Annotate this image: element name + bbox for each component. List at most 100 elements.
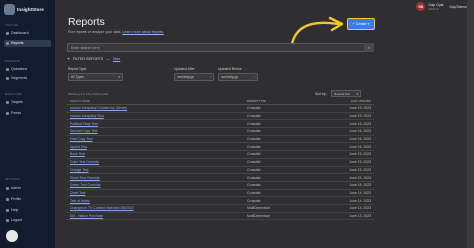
sidebar-item-admin[interactable]: Admin <box>4 185 51 192</box>
user-info: Gap Gyst Admin ▾ <box>428 3 443 11</box>
table-row[interactable]: Orange Test Crosstab June 15, 2023 <box>67 167 374 175</box>
table-row[interactable]: Chart Test Crosstab June 14, 2023 <box>67 190 374 198</box>
help-icon <box>6 208 9 212</box>
report-name-link[interactable]: Test of Notes <box>67 199 247 203</box>
sidebar-item-label: Targets <box>11 100 23 105</box>
report-type-cell: Crosstab <box>247 160 261 165</box>
user-menu[interactable]: GS Gap Gyst Admin ▾ Gap/Science ▾ <box>416 2 471 11</box>
updated-after-label: Updated After <box>174 67 195 71</box>
filter-header: ⏷ FILTER REPORTS — Hide <box>67 57 120 61</box>
updated-date-cell: June 14, 2023 <box>349 198 372 203</box>
report-name-link[interactable]: Political Party Test <box>67 122 247 126</box>
sort-label: Sort by: <box>315 92 327 96</box>
user-name: Gap Gyst <box>428 2 444 7</box>
table-row[interactable]: EM - Nation Purchase MultiDimension June 1… <box>67 213 374 221</box>
table-row[interactable]: Changes in TV Content Watched 3/8/2023 Mu… <box>67 205 374 213</box>
updated-date-cell: June 19, 2023 <box>349 106 372 111</box>
report-name-link[interactable]: First Copy Test <box>67 137 247 141</box>
report-name-link[interactable]: Sheet Test Override <box>67 176 247 180</box>
updated-date-cell: June 16, 2023 <box>349 129 372 134</box>
sidebar-item-targets[interactable]: Targets <box>4 99 51 106</box>
report-type-cell: Crosstab <box>247 175 261 180</box>
sidebar-item-label: Dashboard <box>11 31 29 36</box>
report-name-link[interactable]: Income Inequality Test <box>67 114 247 118</box>
nav-section-analyze: ANALYZE <box>5 24 19 27</box>
updated-date-cell: June 14, 2023 <box>349 206 372 211</box>
report-name-link[interactable]: Green Test Override <box>67 183 247 187</box>
table-row[interactable]: Test of Notes Crosstab June 14, 2023 <box>67 197 374 205</box>
updated-date-cell: June 15, 2023 <box>349 183 372 188</box>
report-name-link[interactable]: Chart Test <box>67 191 247 195</box>
sidebar-item-label: Feeds <box>11 111 21 116</box>
table-row[interactable]: Income Inequality Test Crosstab June 19, 2… <box>67 113 374 121</box>
scrollbar[interactable] <box>467 0 474 248</box>
sort-value: Newest first <box>334 91 351 96</box>
sidebar-item-profile[interactable]: Profile <box>4 196 51 203</box>
updated-date-cell: June 15, 2023 <box>349 175 372 180</box>
report-type-cell: Crosstab <box>247 190 261 195</box>
sidebar-item-logout[interactable]: Logout <box>4 217 51 224</box>
hide-filters-link[interactable]: Hide <box>113 57 120 61</box>
updated-date-cell: June 16, 2023 <box>349 121 372 126</box>
learn-more-link[interactable]: Learn more about reports. <box>122 30 164 34</box>
search-icon: ⌕ <box>367 45 371 50</box>
sidebar-item-questions[interactable]: Questions <box>4 66 51 73</box>
report-type-cell: Crosstab <box>247 106 261 111</box>
report-type-cell: Crosstab <box>247 167 261 172</box>
report-type-cell: Crosstab <box>247 121 261 126</box>
table-row[interactable]: Book Test Crosstab June 15, 2023 <box>67 151 374 159</box>
sidebar-item-label: Logout <box>11 218 22 223</box>
report-type-cell: Crosstab <box>247 183 261 188</box>
sidebar-item-dashboard[interactable]: Dashboard <box>4 30 51 37</box>
sort-select[interactable]: Newest first ▾ <box>331 90 361 97</box>
sidebar-item-help[interactable]: Help <box>4 207 51 214</box>
table-row[interactable]: Speed Test Crosstab June 16, 2023 <box>67 143 374 152</box>
updated-before-field[interactable]: mm/dd/yyyy ▫ <box>218 73 258 81</box>
report-type-label: Report Type <box>68 67 87 71</box>
updated-date-cell: June 15, 2023 <box>349 160 372 165</box>
brand[interactable]: InsightStore <box>4 4 44 15</box>
avatar: GS <box>416 2 426 11</box>
reports-table: REPORT NAME REPORT TYPE LAST UPDATED Inc… <box>67 99 374 221</box>
report-type-select[interactable]: All Types ▾ <box>68 73 123 81</box>
column-header-date[interactable]: LAST UPDATED <box>307 100 374 103</box>
table-row[interactable]: Color Test Override Crosstab June 15, 2023 <box>67 159 374 167</box>
results-count: Showing 1 to 25 of 424 results <box>68 92 109 96</box>
report-name-link[interactable]: Book Test <box>67 152 247 156</box>
admin-icon <box>6 186 9 190</box>
sidebar-item-segments[interactable]: Segments <box>4 75 51 82</box>
search-input[interactable]: Enter search term <box>67 43 374 52</box>
segments-icon <box>6 76 9 80</box>
updated-after-value: mm/dd/yyyy <box>177 75 195 79</box>
report-name-link[interactable]: Orange Test <box>67 168 247 172</box>
report-name-link[interactable]: Changes in TV Content Watched 3/8/2023 <box>67 206 247 210</box>
table-row[interactable]: Second Copy Test Crosstab June 16, 2023 <box>67 128 374 136</box>
sidebar-item-feeds[interactable]: Feeds <box>4 110 51 117</box>
report-type-cell: Crosstab <box>247 129 261 134</box>
report-name-link[interactable]: EM - Nation Purchase <box>67 214 247 218</box>
create-button[interactable]: + Create ▾ <box>347 18 375 30</box>
report-name-link[interactable]: Income Inequality Concern by Gender <box>67 106 247 110</box>
updated-date-cell: June 19, 2023 <box>349 114 372 119</box>
nav-section-marketing: MARKETING <box>5 93 23 96</box>
brand-logo-icon <box>4 4 15 15</box>
sidebar-item-reports[interactable]: Reports <box>4 40 51 47</box>
sidebar-avatar[interactable] <box>6 230 18 242</box>
report-name-link[interactable]: Second Copy Test <box>67 129 247 133</box>
table-row[interactable]: Sheet Test Override Crosstab June 15, 2023 <box>67 174 374 182</box>
column-header-name[interactable]: REPORT NAME <box>67 100 247 103</box>
report-type-cell: Crosstab <box>247 137 261 142</box>
sidebar-item-label: Reports <box>11 41 24 46</box>
table-row[interactable]: First Copy Test Crosstab June 16, 2023 <box>67 136 374 144</box>
page-subtitle-text: Run reports or analyze your data. <box>68 30 122 34</box>
table-row[interactable]: Political Party Test Crosstab June 16, 202… <box>67 120 374 129</box>
main-content: GS Gap Gyst Admin ▾ Gap/Science ▾ Report… <box>55 0 474 248</box>
report-name-link[interactable]: Speed Test <box>67 145 247 149</box>
updated-after-field[interactable]: mm/dd/yyyy ▫ <box>174 73 214 81</box>
questions-icon <box>6 67 9 71</box>
table-row[interactable]: Income Inequality Concern by Gender Cross… <box>67 105 374 113</box>
table-row[interactable]: Green Test Override Crosstab June 15, 2023 <box>67 182 374 190</box>
search-button[interactable]: ⌕ <box>364 43 374 52</box>
column-header-type[interactable]: REPORT TYPE <box>247 100 307 103</box>
report-name-link[interactable]: Color Test Override <box>67 160 247 164</box>
